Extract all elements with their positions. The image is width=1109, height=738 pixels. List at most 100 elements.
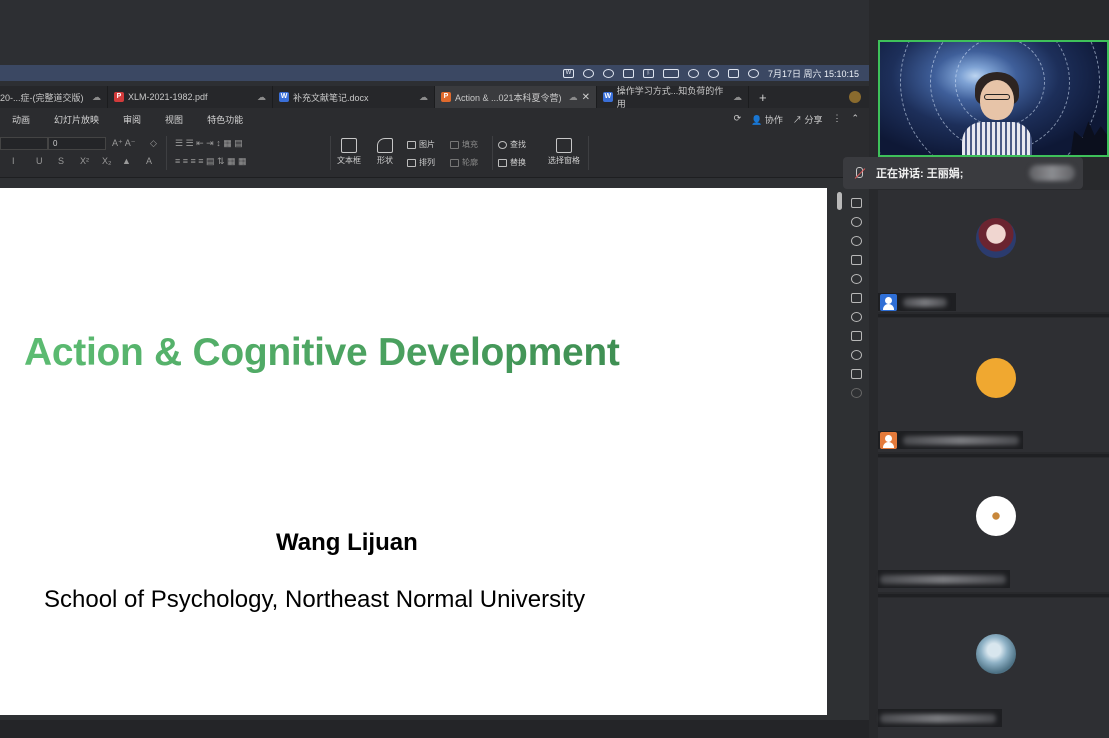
speaking-label: 正在讲话: 王丽娟; [876, 168, 964, 180]
tab-special[interactable]: 特色功能 [195, 113, 255, 126]
grow-font-icon[interactable]: A⁺ A⁻ [112, 138, 136, 149]
grid-icon[interactable] [622, 68, 634, 78]
tab-label: 操作学习方式...知负荷的作用 [616, 86, 724, 109]
tile-divider [878, 594, 1109, 597]
fill-bucket-icon[interactable] [850, 236, 862, 246]
italic-icon[interactable]: I [12, 156, 15, 166]
ribbon-right-actions: ⟳ 👤 协作 ↗ 分享 ⋮ ⌃ [734, 113, 869, 126]
more-icon[interactable]: ⋮ [832, 113, 841, 126]
control-center-icon[interactable] [727, 68, 739, 78]
participant-name-bar [878, 709, 1002, 727]
tab-doc-1[interactable]: 20-...症-(完整道交版) ☁ [0, 86, 108, 108]
find-icon [498, 140, 507, 149]
new-tab-button[interactable]: + [759, 90, 767, 105]
tab-animation[interactable]: 动画 [0, 113, 42, 126]
tab-ppt-active[interactable]: P Action & ...021本科夏令营) ☁ ✕ [435, 86, 597, 108]
tab-review[interactable]: 审阅 [111, 113, 153, 126]
font-color-icon[interactable]: A [146, 156, 152, 166]
replace-button[interactable]: 替换 [498, 157, 526, 168]
collab-button[interactable]: 👤 协作 [751, 113, 783, 126]
shared-screen: W ᛒ 7月17日 周六 15:10:15 20-...症-(完整道交版) ☁ … [0, 0, 869, 738]
settings-icon[interactable] [850, 331, 862, 341]
tab-doc-5[interactable]: W 操作学习方式...知负荷的作用 ☁ [597, 86, 749, 109]
ribbon-toolbar: 0 A⁺ A⁻ ◇ I U S X² X₂ ▲ A ☰ ☰ ⇤ ⇥ ↕ ▦ ▤ … [0, 130, 869, 178]
bullets-icon[interactable]: ☰ ☰ ⇤ ⇥ ↕ ▦ ▤ [175, 138, 243, 149]
font-size-field[interactable]: 0 [48, 137, 106, 150]
slide-affiliation: School of Psychology, Northeast Normal U… [44, 586, 586, 613]
font-name-field[interactable] [0, 137, 48, 150]
close-icon[interactable]: ✕ [582, 92, 590, 103]
document-tabbar: 20-...症-(完整道交版) ☁ P XLM-2021-1982.pdf ☁ … [0, 86, 869, 109]
speaker-body [962, 122, 1032, 155]
clear-format-icon[interactable]: ◇ [150, 138, 157, 149]
arrange-button[interactable]: 排列 [407, 157, 435, 168]
mic-muted-icon[interactable] [853, 166, 864, 180]
participant-tile[interactable] [878, 458, 1109, 592]
collapse-ribbon-icon[interactable]: ⌃ [851, 113, 859, 126]
sync-icon[interactable]: ⟳ [734, 113, 742, 126]
download-icon[interactable] [850, 274, 862, 284]
tile-divider [878, 454, 1109, 457]
shape-button[interactable]: 形状 [377, 138, 393, 166]
participant-tile[interactable] [878, 598, 1109, 738]
cloud-icon: ☁ [419, 91, 428, 102]
superscript-icon[interactable]: X² [80, 156, 89, 166]
outline-label: 轮廓 [462, 158, 478, 167]
slide[interactable]: Action & Cognitive Development Wang Liju… [0, 188, 827, 715]
tab-pdf[interactable]: P XLM-2021-1982.pdf ☁ [108, 86, 273, 108]
textbox-label: 文本框 [337, 156, 361, 165]
textbox-icon [341, 138, 357, 153]
participant-name-bar [878, 431, 1023, 449]
picture-button[interactable]: 图片 [407, 139, 435, 150]
tab-slideshow[interactable]: 幻灯片放映 [42, 113, 111, 126]
outline-button[interactable]: 轮廓 [450, 157, 478, 168]
textbox-button[interactable]: 文本框 [337, 138, 361, 166]
fill-label: 填充 [462, 140, 478, 149]
layout-icon[interactable] [850, 198, 862, 208]
blurred-name [903, 297, 947, 307]
wifi-icon[interactable] [687, 68, 699, 78]
align-icons[interactable]: ≡ ≡ ≡ ≡ ▤ ⇅ ▦ ▦ [175, 156, 247, 167]
account-avatar[interactable] [849, 91, 861, 103]
shape-icon [377, 138, 393, 153]
menubar-clock: 7月17日 周六 15:10:15 [767, 68, 859, 79]
replace-label: 替换 [510, 158, 526, 167]
highlight-icon[interactable]: ▲ [122, 156, 131, 166]
tab-view[interactable]: 视图 [153, 113, 195, 126]
participant-tile[interactable] [878, 190, 1109, 312]
ppt-icon: P [441, 92, 451, 102]
fill-icon [450, 140, 459, 149]
image-icon[interactable] [850, 369, 862, 379]
record-icon[interactable] [602, 68, 614, 78]
slide-author: Wang Lijuan [276, 529, 418, 556]
participant-tile[interactable] [878, 318, 1109, 452]
wechat-icon[interactable] [582, 68, 594, 78]
selection-pane-label: 选择窗格 [548, 156, 580, 165]
subscript-icon[interactable]: X₂ [102, 156, 112, 166]
star-icon[interactable] [850, 312, 862, 322]
share-label: 分享 [804, 114, 823, 125]
history-icon[interactable] [850, 350, 862, 360]
share-button[interactable]: ↗ 分享 [793, 113, 823, 126]
find-button[interactable]: 查找 [498, 139, 526, 150]
avatar [976, 218, 1016, 258]
tab-docx[interactable]: W 补充文献笔记.docx ☁ [273, 86, 435, 108]
fill-button[interactable]: 填充 [450, 139, 478, 150]
siri-icon[interactable] [747, 68, 759, 78]
tab-label: 20-...症-(完整道交版) [0, 92, 84, 103]
tab-label: 补充文献笔记.docx [293, 92, 369, 103]
chart-icon[interactable] [850, 255, 862, 265]
strikethrough-icon[interactable]: S [58, 156, 64, 166]
vertical-scrollbar[interactable] [837, 192, 842, 210]
search-icon[interactable] [707, 68, 719, 78]
backup-icon[interactable] [850, 388, 862, 398]
shapes-icon[interactable] [850, 217, 862, 227]
underline-icon[interactable]: U [36, 156, 43, 166]
wps-icon[interactable]: W [562, 68, 574, 78]
bluetooth-icon[interactable]: ᛒ [642, 68, 654, 78]
selection-pane-button[interactable]: 选择窗格 [548, 138, 580, 166]
battery-icon[interactable] [662, 68, 679, 78]
speaker-video[interactable] [878, 40, 1109, 157]
ribbon-tabs: 动画 幻灯片放映 审阅 视图 特色功能 ⟳ 👤 协作 ↗ 分享 ⋮ ⌃ [0, 108, 869, 130]
transition-icon[interactable] [850, 293, 862, 303]
